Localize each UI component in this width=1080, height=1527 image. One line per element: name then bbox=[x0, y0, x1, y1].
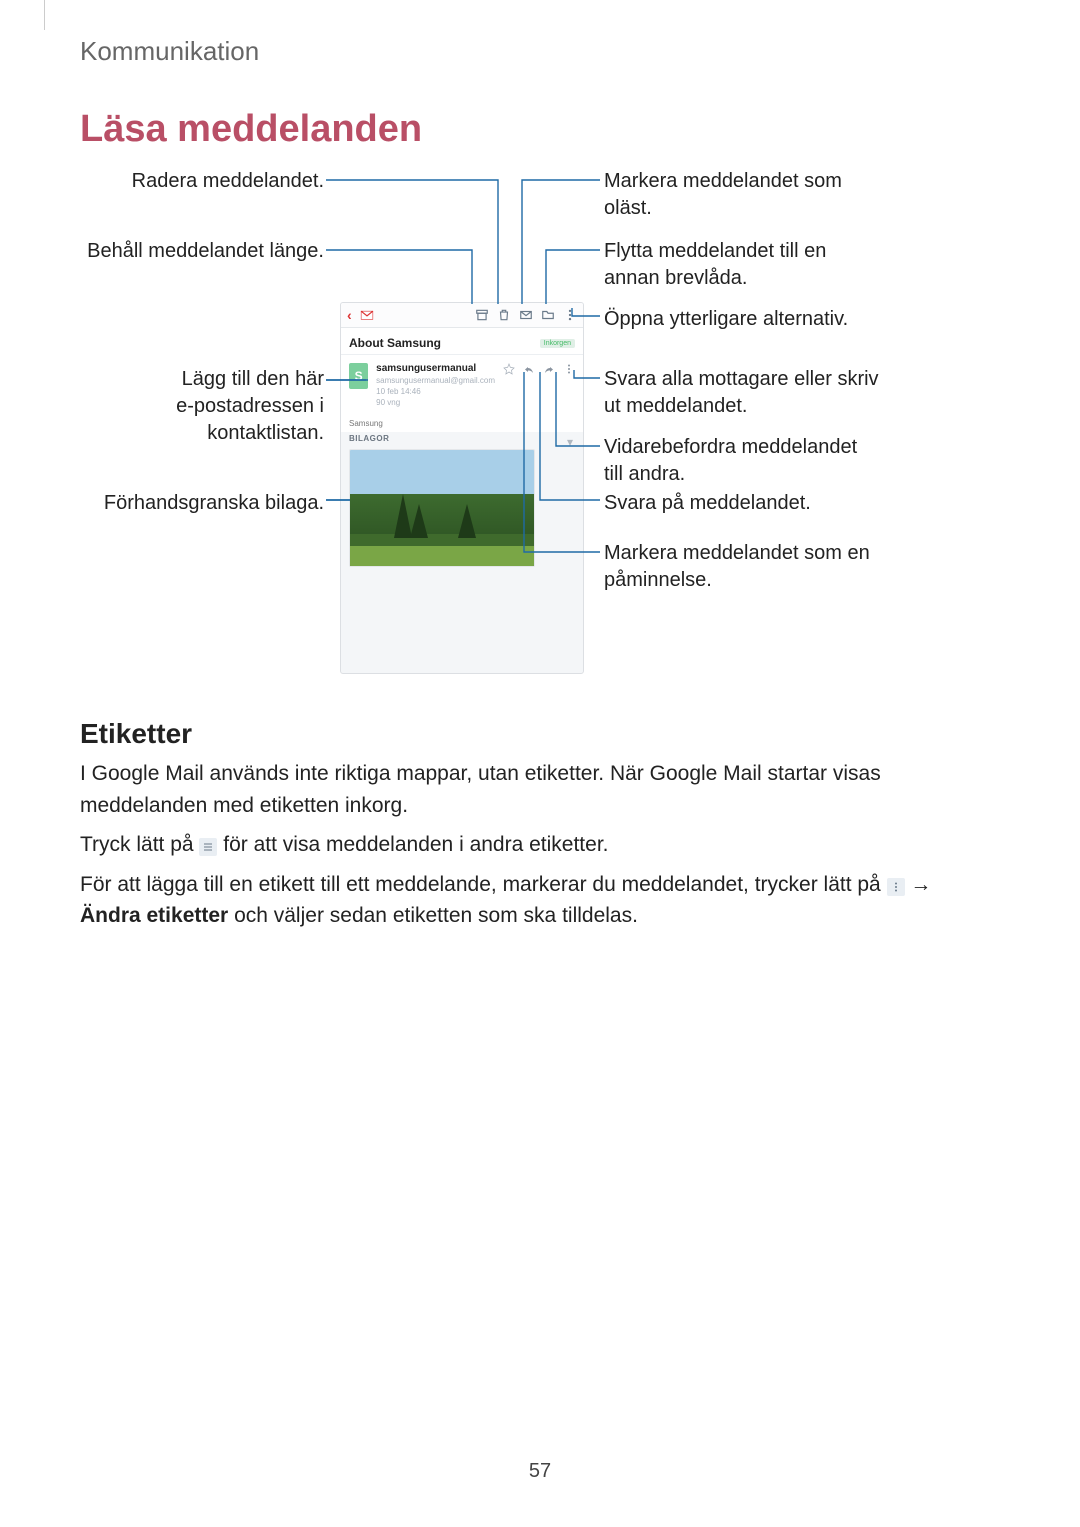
callout-text: Markera meddelandet som bbox=[604, 170, 842, 192]
star-icon[interactable] bbox=[503, 363, 515, 378]
labels-menu-icon bbox=[199, 838, 217, 856]
sender-email: samsungusermanual@gmail.com bbox=[376, 376, 495, 385]
callout-text: oläst. bbox=[604, 197, 652, 219]
callout-text: till andra. bbox=[604, 463, 685, 485]
callout-text: Markera meddelandet som en bbox=[604, 542, 870, 564]
paragraph-text: Tryck lätt på bbox=[80, 833, 199, 856]
expand-icon[interactable]: ▾ bbox=[567, 435, 573, 449]
sender-name: samsungusermanual bbox=[376, 363, 495, 374]
sender-block: samsungusermanual samsungusermanual@gmai… bbox=[376, 363, 495, 407]
paragraph: För att lägga till en etikett till ett m… bbox=[80, 869, 980, 932]
sent-date: 10 feb 14:46 bbox=[376, 387, 495, 396]
callout-text: Flytta meddelandet till en bbox=[604, 240, 826, 262]
gmail-icon bbox=[360, 310, 374, 320]
message-actions bbox=[503, 363, 575, 378]
callout-more: Öppna ytterligare alternativ. bbox=[604, 306, 884, 333]
message-more-icon[interactable] bbox=[563, 363, 575, 378]
paragraph-text: För att lägga till en etikett till ett m… bbox=[80, 873, 887, 896]
paragraph-text: och väljer sedan etiketten som ska tilld… bbox=[234, 904, 638, 927]
bold-term: Ändra etiketter bbox=[80, 904, 228, 927]
paragraph: Tryck lätt på för att visa meddelanden i… bbox=[80, 829, 980, 861]
callout-text: Vidarebefordra meddelandet bbox=[604, 436, 857, 458]
callout-mark-unread: Markera meddelandet som oläst. bbox=[604, 168, 884, 222]
phone-toolbar: ‹ bbox=[341, 303, 583, 328]
callout-remind: Markera meddelandet som en påminnelse. bbox=[604, 540, 884, 594]
message-size: 90 vng bbox=[376, 398, 495, 407]
callout-add-contact: Lägg till den här e-postadressen i konta… bbox=[64, 366, 324, 447]
page: Kommunikation Läsa meddelanden Radera me… bbox=[0, 0, 1080, 1527]
reply-icon[interactable] bbox=[523, 363, 535, 378]
callout-forward: Vidarebefordra meddelandet till andra. bbox=[604, 434, 884, 488]
section-etiketter: Etiketter I Google Mail används inte rik… bbox=[80, 718, 980, 932]
callout-text: ut meddelandet. bbox=[604, 395, 747, 417]
back-icon[interactable]: ‹ bbox=[347, 307, 352, 323]
attachment-thumbnail[interactable] bbox=[349, 449, 535, 567]
phone-message-header: S samsungusermanual samsungusermanual@gm… bbox=[341, 355, 583, 415]
phone-inbox-label: Inkorgen bbox=[540, 339, 575, 348]
paragraph: I Google Mail används inte riktiga mappa… bbox=[80, 758, 980, 821]
phone-mockup: ‹ About Samsung Inkorgen bbox=[340, 302, 584, 674]
callout-delete: Radera meddelandet. bbox=[64, 168, 324, 195]
archive-icon[interactable] bbox=[475, 308, 489, 322]
arrow-text: → bbox=[910, 873, 931, 896]
callout-move: Flytta meddelandet till en annan brevlåd… bbox=[604, 238, 884, 292]
attachments-header: BILAGOR bbox=[341, 434, 583, 443]
subheading: Etiketter bbox=[80, 718, 980, 750]
callout-reply: Svara på meddelandet. bbox=[604, 490, 884, 517]
delete-icon[interactable] bbox=[497, 308, 511, 322]
callout-preview: Förhandsgranska bilaga. bbox=[64, 490, 324, 517]
callout-text: Lägg till den här bbox=[182, 368, 324, 390]
page-number: 57 bbox=[0, 1460, 1080, 1483]
sender-avatar[interactable]: S bbox=[349, 363, 368, 389]
forward-icon[interactable] bbox=[543, 363, 555, 378]
page-title: Läsa meddelanden bbox=[80, 108, 422, 151]
move-to-icon[interactable] bbox=[541, 308, 555, 322]
breadcrumb: Kommunikation bbox=[80, 36, 259, 67]
message-body: Samsung bbox=[341, 415, 583, 432]
callout-text: e-postadressen i kontaktlistan. bbox=[176, 395, 324, 444]
mark-unread-icon[interactable] bbox=[519, 308, 533, 322]
callout-keep: Behåll meddelandet länge. bbox=[64, 238, 324, 265]
callout-reply-all: Svara alla mottagare eller skriv ut medd… bbox=[604, 366, 884, 420]
phone-subject: About Samsung bbox=[349, 336, 441, 350]
callout-text: påminnelse. bbox=[604, 569, 712, 591]
paragraph-text: för att visa meddelanden i andra etikett… bbox=[223, 833, 608, 856]
more-icon[interactable] bbox=[563, 308, 577, 322]
overflow-menu-icon bbox=[887, 878, 905, 896]
callout-text: Svara alla mottagare eller skriv bbox=[604, 368, 879, 390]
phone-subject-row: About Samsung Inkorgen bbox=[341, 328, 583, 355]
callout-text: annan brevlåda. bbox=[604, 267, 747, 289]
